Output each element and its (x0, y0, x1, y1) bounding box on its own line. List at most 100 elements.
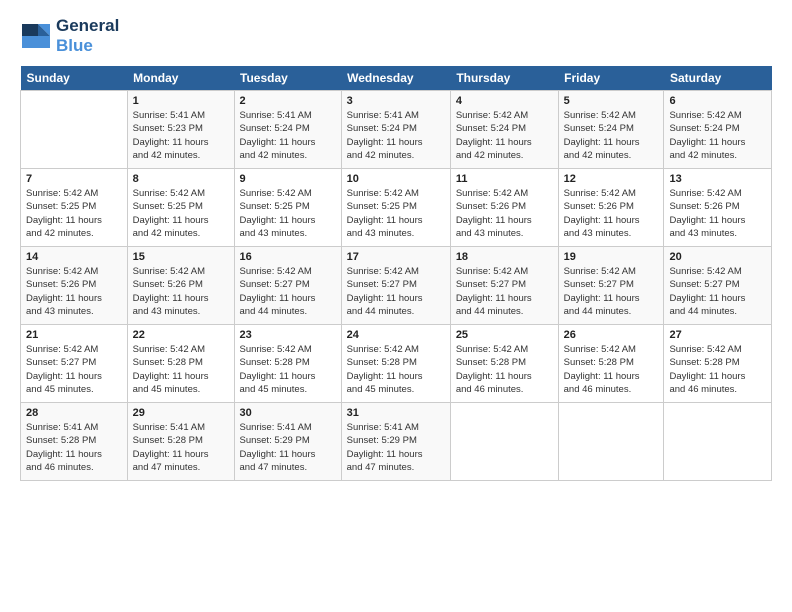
calendar-cell: 5 Sunrise: 5:42 AM Sunset: 5:24 PM Daylig… (558, 91, 664, 169)
calendar-cell: 4 Sunrise: 5:42 AM Sunset: 5:24 PM Daylig… (450, 91, 558, 169)
page: General Blue SundayMondayTuesdayWednesda… (0, 0, 792, 497)
day-info: Sunrise: 5:41 AM Sunset: 5:24 PM Dayligh… (240, 109, 336, 162)
calendar-cell: 17 Sunrise: 5:42 AM Sunset: 5:27 PM Dayli… (341, 247, 450, 325)
calendar-cell: 26 Sunrise: 5:42 AM Sunset: 5:28 PM Dayli… (558, 325, 664, 403)
day-info: Sunrise: 5:42 AM Sunset: 5:26 PM Dayligh… (456, 187, 553, 240)
calendar-week-row: 28Sunrise: 5:41 AM Sunset: 5:28 PM Dayli… (21, 403, 772, 481)
day-info: Sunrise: 5:41 AM Sunset: 5:29 PM Dayligh… (240, 421, 336, 474)
calendar-cell: 6Sunrise: 5:42 AM Sunset: 5:24 PM Daylig… (664, 91, 772, 169)
day-number: 29 (133, 407, 229, 419)
day-info: Sunrise: 5:41 AM Sunset: 5:28 PM Dayligh… (26, 421, 122, 474)
day-info: Sunrise: 5:42 AM Sunset: 5:26 PM Dayligh… (26, 265, 122, 318)
day-info: Sunrise: 5:42 AM Sunset: 5:28 PM Dayligh… (456, 343, 553, 396)
weekday-header: Tuesday (234, 66, 341, 91)
day-number: 31 (347, 407, 445, 419)
calendar-week-row: 21 Sunrise: 5:42 AM Sunset: 5:27 PM Dayli… (21, 325, 772, 403)
calendar-body: 1 Sunrise: 5:41 AM Sunset: 5:23 PM Daylig… (21, 91, 772, 481)
calendar-cell: 18 Sunrise: 5:42 AM Sunset: 5:27 PM Dayli… (450, 247, 558, 325)
calendar-week-row: 1 Sunrise: 5:41 AM Sunset: 5:23 PM Daylig… (21, 91, 772, 169)
logo-icon (20, 20, 52, 52)
weekday-header: Friday (558, 66, 664, 91)
day-number: 13 (669, 173, 766, 185)
calendar-cell: 23Sunrise: 5:42 AM Sunset: 5:28 PM Dayli… (234, 325, 341, 403)
day-info: Sunrise: 5:42 AM Sunset: 5:25 PM Dayligh… (133, 187, 229, 240)
day-number: 12 (564, 173, 659, 185)
day-number: 21 (26, 329, 122, 341)
day-info: Sunrise: 5:42 AM Sunset: 5:26 PM Dayligh… (669, 187, 766, 240)
day-number: 24 (347, 329, 445, 341)
calendar-cell: 21 Sunrise: 5:42 AM Sunset: 5:27 PM Dayli… (21, 325, 128, 403)
calendar-cell: 10 Sunrise: 5:42 AM Sunset: 5:25 PM Dayli… (341, 169, 450, 247)
day-info: Sunrise: 5:42 AM Sunset: 5:25 PM Dayligh… (347, 187, 445, 240)
day-number: 25 (456, 329, 553, 341)
weekday-header: Monday (127, 66, 234, 91)
calendar-table: SundayMondayTuesdayWednesdayThursdayFrid… (20, 66, 772, 481)
calendar-week-row: 7 Sunrise: 5:42 AM Sunset: 5:25 PM Daylig… (21, 169, 772, 247)
calendar-cell: 20 Sunrise: 5:42 AM Sunset: 5:27 PM Dayli… (664, 247, 772, 325)
day-number: 9 (240, 173, 336, 185)
day-number: 22 (133, 329, 229, 341)
weekday-header: Wednesday (341, 66, 450, 91)
weekday-header: Saturday (664, 66, 772, 91)
calendar-cell (21, 91, 128, 169)
calendar-cell: 1 Sunrise: 5:41 AM Sunset: 5:23 PM Daylig… (127, 91, 234, 169)
day-info: Sunrise: 5:42 AM Sunset: 5:27 PM Dayligh… (26, 343, 122, 396)
day-info: Sunrise: 5:41 AM Sunset: 5:24 PM Dayligh… (347, 109, 445, 162)
calendar-cell: 7 Sunrise: 5:42 AM Sunset: 5:25 PM Daylig… (21, 169, 128, 247)
calendar-cell: 22 Sunrise: 5:42 AM Sunset: 5:28 PM Dayli… (127, 325, 234, 403)
calendar-cell: 16 Sunrise: 5:42 AM Sunset: 5:27 PM Dayli… (234, 247, 341, 325)
day-info: Sunrise: 5:42 AM Sunset: 5:24 PM Dayligh… (564, 109, 659, 162)
day-info: Sunrise: 5:42 AM Sunset: 5:28 PM Dayligh… (564, 343, 659, 396)
calendar-cell: 30Sunrise: 5:41 AM Sunset: 5:29 PM Dayli… (234, 403, 341, 481)
day-number: 5 (564, 95, 659, 107)
calendar-cell: 3 Sunrise: 5:41 AM Sunset: 5:24 PM Daylig… (341, 91, 450, 169)
day-info: Sunrise: 5:42 AM Sunset: 5:27 PM Dayligh… (240, 265, 336, 318)
day-number: 16 (240, 251, 336, 263)
day-info: Sunrise: 5:42 AM Sunset: 5:24 PM Dayligh… (456, 109, 553, 162)
day-info: Sunrise: 5:42 AM Sunset: 5:25 PM Dayligh… (26, 187, 122, 240)
day-number: 15 (133, 251, 229, 263)
calendar-cell: 19Sunrise: 5:42 AM Sunset: 5:27 PM Dayli… (558, 247, 664, 325)
calendar-cell: 13 Sunrise: 5:42 AM Sunset: 5:26 PM Dayli… (664, 169, 772, 247)
calendar-cell (664, 403, 772, 481)
day-number: 1 (133, 95, 229, 107)
day-number: 3 (347, 95, 445, 107)
day-number: 27 (669, 329, 766, 341)
calendar-cell (450, 403, 558, 481)
day-number: 26 (564, 329, 659, 341)
day-number: 7 (26, 173, 122, 185)
calendar-cell: 25 Sunrise: 5:42 AM Sunset: 5:28 PM Dayli… (450, 325, 558, 403)
day-number: 23 (240, 329, 336, 341)
calendar-cell: 11Sunrise: 5:42 AM Sunset: 5:26 PM Dayli… (450, 169, 558, 247)
calendar-cell: 15 Sunrise: 5:42 AM Sunset: 5:26 PM Dayli… (127, 247, 234, 325)
day-info: Sunrise: 5:42 AM Sunset: 5:27 PM Dayligh… (669, 265, 766, 318)
weekday-header: Thursday (450, 66, 558, 91)
calendar-cell: 14 Sunrise: 5:42 AM Sunset: 5:26 PM Dayli… (21, 247, 128, 325)
day-info: Sunrise: 5:42 AM Sunset: 5:26 PM Dayligh… (564, 187, 659, 240)
calendar-cell: 31 Sunrise: 5:41 AM Sunset: 5:29 PM Dayli… (341, 403, 450, 481)
day-info: Sunrise: 5:42 AM Sunset: 5:27 PM Dayligh… (347, 265, 445, 318)
calendar-cell: 24Sunrise: 5:42 AM Sunset: 5:28 PM Dayli… (341, 325, 450, 403)
day-info: Sunrise: 5:42 AM Sunset: 5:26 PM Dayligh… (133, 265, 229, 318)
day-number: 20 (669, 251, 766, 263)
day-info: Sunrise: 5:42 AM Sunset: 5:27 PM Dayligh… (456, 265, 553, 318)
day-number: 14 (26, 251, 122, 263)
day-number: 19 (564, 251, 659, 263)
calendar-cell: 29Sunrise: 5:41 AM Sunset: 5:28 PM Dayli… (127, 403, 234, 481)
calendar-header-row: SundayMondayTuesdayWednesdayThursdayFrid… (21, 66, 772, 91)
day-number: 4 (456, 95, 553, 107)
calendar-cell: 27Sunrise: 5:42 AM Sunset: 5:28 PM Dayli… (664, 325, 772, 403)
day-info: Sunrise: 5:42 AM Sunset: 5:25 PM Dayligh… (240, 187, 336, 240)
calendar-cell: 2Sunrise: 5:41 AM Sunset: 5:24 PM Daylig… (234, 91, 341, 169)
calendar-cell (558, 403, 664, 481)
day-info: Sunrise: 5:41 AM Sunset: 5:23 PM Dayligh… (133, 109, 229, 162)
day-number: 17 (347, 251, 445, 263)
day-info: Sunrise: 5:41 AM Sunset: 5:29 PM Dayligh… (347, 421, 445, 474)
calendar-cell: 8 Sunrise: 5:42 AM Sunset: 5:25 PM Daylig… (127, 169, 234, 247)
day-number: 18 (456, 251, 553, 263)
calendar-cell: 28Sunrise: 5:41 AM Sunset: 5:28 PM Dayli… (21, 403, 128, 481)
logo-text: General Blue (56, 16, 119, 56)
day-number: 8 (133, 173, 229, 185)
day-info: Sunrise: 5:42 AM Sunset: 5:28 PM Dayligh… (133, 343, 229, 396)
day-number: 10 (347, 173, 445, 185)
